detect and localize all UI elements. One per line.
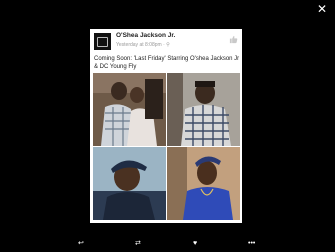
photo-top-left[interactable] — [93, 73, 166, 146]
photo-bottom-right[interactable] — [167, 147, 240, 220]
post-caption: Coming Soon: 'Last Friday' Starring O'sh… — [94, 56, 240, 70]
photo-top-right[interactable] — [167, 73, 240, 146]
photo-bottom-left[interactable] — [93, 147, 166, 220]
post-card: O'Shea Jackson Jr. Yesterday at 8:08pm ·… — [90, 29, 242, 223]
avatar[interactable] — [94, 33, 111, 50]
post-timestamp: Yesterday at 8:08pm · ⚲ — [116, 42, 170, 48]
post-header: O'Shea Jackson Jr. Yesterday at 8:08pm ·… — [90, 29, 242, 55]
photo-grid[interactable] — [93, 73, 240, 220]
like-icon[interactable]: ♥ — [193, 240, 197, 248]
bottom-toolbar: ↩ ⇄ ♥ ••• — [0, 238, 335, 252]
close-icon[interactable]: ✕ — [317, 3, 327, 15]
post-author[interactable]: O'Shea Jackson Jr. — [116, 32, 175, 39]
avatar-logo — [97, 36, 108, 47]
thumbs-up-icon[interactable] — [229, 35, 238, 44]
reply-icon[interactable]: ↩ — [78, 240, 84, 248]
retweet-icon[interactable]: ⇄ — [135, 240, 141, 248]
more-icon[interactable]: ••• — [248, 240, 255, 248]
